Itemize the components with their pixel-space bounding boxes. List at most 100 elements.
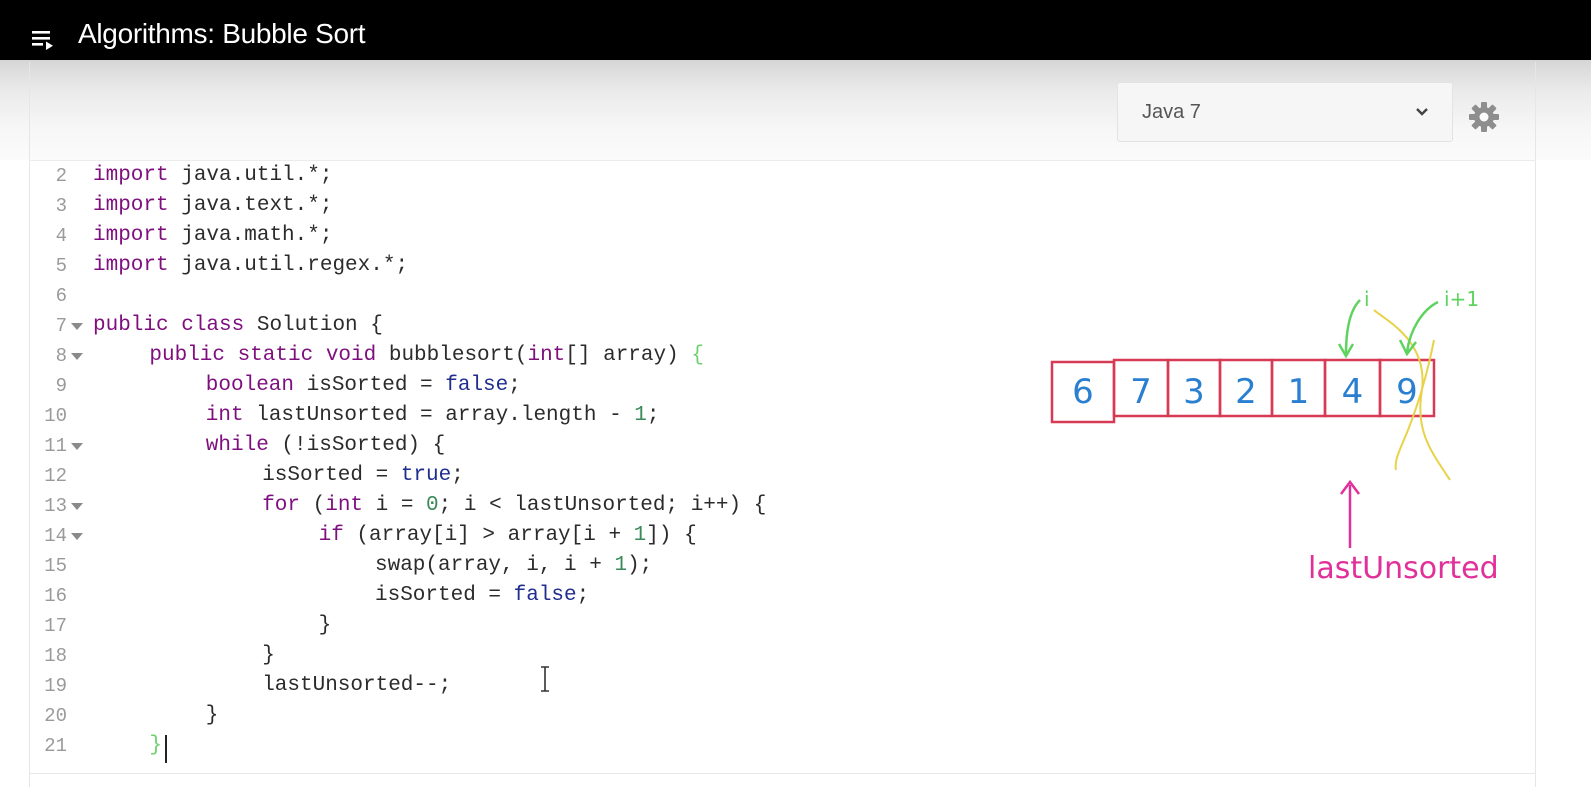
line-number: 5: [55, 255, 67, 277]
code-line[interactable]: 4 import java.math.*;: [30, 221, 1030, 251]
code-line[interactable]: 6: [30, 281, 1030, 311]
mouse-ibeam-icon: [541, 666, 549, 692]
code-text: while (!isSorted) {: [206, 431, 445, 461]
code-token: import: [93, 254, 169, 277]
code-line[interactable]: 15 swap(array, i, i + 1);: [30, 551, 1030, 581]
code-text: isSorted = false;: [375, 581, 589, 611]
code-token: false: [513, 584, 577, 607]
code-line[interactable]: 13 for (int i = 0; i < lastUnsorted; i++)…: [30, 491, 1030, 521]
line-number: 16: [44, 585, 67, 607]
code-line[interactable]: 19 lastUnsorted--;: [30, 671, 1030, 701]
code-line[interactable]: 12 isSorted = true;: [30, 461, 1030, 491]
line-number: 18: [44, 645, 67, 667]
line-number: 4: [55, 225, 67, 247]
code-text: }: [206, 701, 219, 731]
code-token: [] array): [565, 344, 692, 367]
code-line[interactable]: 8 public static void bubblesort(int[] arr…: [30, 341, 1030, 371]
code-text: import java.math.*;: [93, 221, 332, 251]
code-token: ;: [646, 404, 660, 427]
code-token: true: [400, 464, 452, 487]
line-number: 21: [44, 735, 67, 757]
fold-arrow-icon[interactable]: [71, 443, 83, 450]
code-token: bubblesort(: [376, 344, 528, 367]
code-token: }: [205, 704, 219, 727]
code-token: swap(array, i, i +: [375, 554, 615, 577]
code-line[interactable]: 5 import java.util.regex.*;: [30, 251, 1030, 281]
line-number: 14: [44, 525, 67, 547]
code-line[interactable]: 21}: [30, 731, 1030, 761]
playlist-icon[interactable]: [30, 27, 56, 53]
label-i-plus-1: i+1: [1444, 287, 1479, 311]
code-token: (: [300, 494, 326, 517]
code-line[interactable]: 20}: [30, 701, 1030, 731]
code-token: while: [205, 434, 269, 457]
code-text: }: [149, 731, 162, 761]
code-line[interactable]: 14 if (array[i] > array[i + 1]) {: [30, 521, 1030, 551]
line-number: 11: [44, 435, 67, 457]
code-token: isSorted =: [262, 464, 401, 487]
fold-arrow-icon[interactable]: [71, 533, 83, 540]
language-select-value: Java 7: [1142, 101, 1201, 123]
code-line[interactable]: 17}: [30, 611, 1030, 641]
code-token: if: [318, 524, 344, 547]
array-cell-value: 9: [1396, 372, 1418, 412]
label-last-unsorted: lastUnsorted: [1308, 551, 1499, 586]
code-token: false: [445, 374, 509, 397]
code-line[interactable]: 10 int lastUnsorted = array.length - 1;: [30, 401, 1030, 431]
code-token: int: [527, 344, 566, 367]
code-token: boolean: [205, 374, 295, 397]
array-cell-value: 1: [1288, 372, 1310, 412]
code-token: isSorted =: [375, 584, 514, 607]
line-number: 9: [55, 375, 67, 397]
panel-border-bottom: [29, 773, 1536, 774]
code-text: if (array[i] > array[i + 1]) {: [319, 521, 697, 551]
line-number: 19: [44, 675, 67, 697]
text-cursor: [165, 735, 167, 763]
code-token: );: [627, 554, 653, 577]
code-token: (!isSorted) {: [268, 434, 446, 457]
code-line[interactable]: 11 while (!isSorted) {: [30, 431, 1030, 461]
video-title: Algorithms: Bubble Sort: [78, 18, 366, 49]
chevron-down-icon: [1416, 108, 1428, 116]
fold-arrow-icon[interactable]: [71, 503, 83, 510]
language-select[interactable]: Java 7: [1117, 82, 1453, 142]
code-token: i =: [363, 494, 427, 517]
array-cell-value: 6: [1072, 372, 1094, 412]
label-i: i: [1364, 287, 1370, 311]
code-token: for: [262, 494, 300, 517]
fold-arrow-icon[interactable]: [71, 323, 83, 330]
code-token: ]) {: [646, 524, 697, 547]
code-token: public class: [93, 314, 245, 337]
line-number: 2: [55, 165, 67, 187]
code-text: import java.util.*;: [93, 161, 332, 191]
code-text: }: [319, 611, 332, 641]
line-number: 6: [55, 285, 67, 307]
gear-icon[interactable]: [1468, 101, 1500, 133]
fold-arrow-icon[interactable]: [71, 353, 83, 360]
code-token: 1: [634, 404, 647, 427]
line-number: 7: [55, 315, 67, 337]
code-token: 0: [426, 494, 439, 517]
code-token: ;: [576, 584, 590, 607]
code-line[interactable]: 3 import java.text.*;: [30, 191, 1030, 221]
code-line[interactable]: 2 import java.util.*;: [30, 161, 1030, 191]
code-token: import: [93, 164, 169, 187]
code-token: ;: [451, 464, 464, 487]
line-number: 15: [44, 555, 67, 577]
code-text: import java.text.*;: [93, 191, 332, 221]
code-line[interactable]: 18}: [30, 641, 1030, 671]
line-number: 20: [44, 705, 67, 727]
array-cell-value: 2: [1235, 372, 1257, 412]
code-line[interactable]: 16 isSorted = false;: [30, 581, 1030, 611]
code-token: 1: [614, 554, 628, 577]
array-cell-value: 4: [1342, 372, 1364, 412]
code-token: {: [691, 344, 704, 367]
line-number: 8: [55, 345, 67, 367]
code-token: lastUnsorted = array.length -: [243, 404, 635, 427]
code-token: java.math.*;: [168, 224, 333, 247]
code-line[interactable]: 9 boolean isSorted = false;: [30, 371, 1030, 401]
code-line[interactable]: 7 public class Solution {: [30, 311, 1030, 341]
code-token: java.util.regex.*;: [168, 254, 409, 277]
code-token: java.util.*;: [168, 164, 333, 187]
array-diagram: 6732149 i i+1 lastUnsorted: [1050, 287, 1499, 586]
